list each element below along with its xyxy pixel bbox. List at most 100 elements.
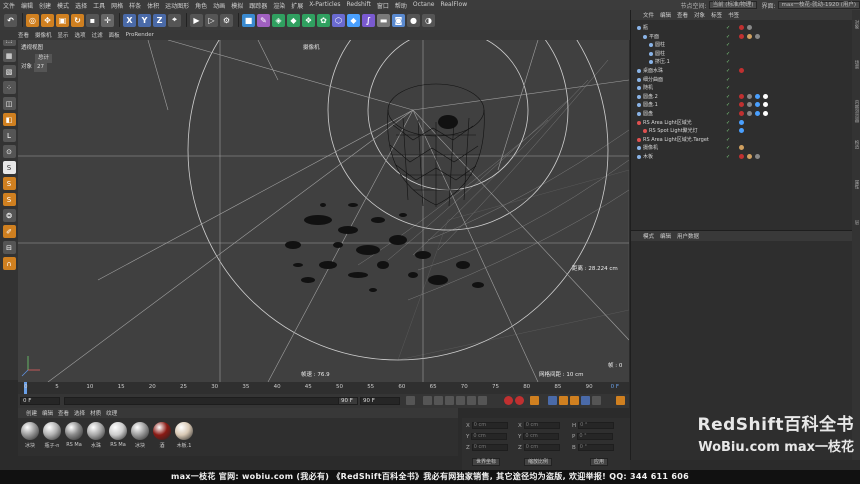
object-row[interactable]: 细分曲面 ✓ [631, 76, 853, 84]
viewport-menu-item[interactable]: 摄像机 [35, 31, 52, 39]
prev-key-icon[interactable] [423, 396, 432, 405]
menu-item[interactable]: 角色 [195, 1, 207, 10]
axis-x-button[interactable]: X [123, 13, 136, 27]
end-frame-field-2[interactable]: 90 F [360, 397, 400, 405]
node-space-select[interactable]: 当前 (标准/物理) [708, 1, 758, 9]
object-tag-icon[interactable] [739, 119, 744, 125]
object-tag-icon[interactable] [739, 33, 744, 39]
object-menu-item[interactable]: 对象 [694, 11, 705, 19]
tag-icon[interactable]: ◆ [347, 13, 360, 27]
object-row[interactable]: 木板 ✓ [631, 153, 853, 161]
quantize-icon[interactable]: S [2, 193, 16, 206]
menu-item[interactable]: 工具 [93, 1, 105, 10]
visibility-check-icon[interactable]: ✓ [726, 111, 734, 117]
object-menu-item[interactable]: 书签 [728, 11, 739, 19]
pos-y-field[interactable]: 0 cm [471, 433, 508, 440]
menu-item[interactable]: 文件 [3, 1, 15, 10]
floor-icon[interactable]: ▬ [377, 13, 390, 27]
object-tag-icon[interactable] [739, 93, 744, 99]
object-tag-icon[interactable] [739, 145, 744, 151]
rotate-tool-icon[interactable]: ↻ [71, 13, 84, 27]
live-select-icon[interactable]: ◎ [26, 13, 39, 27]
visibility-check-icon[interactable]: ✓ [726, 85, 734, 91]
keyframe-selection-icon[interactable] [530, 396, 539, 405]
axis-y-button[interactable]: Y [138, 13, 151, 27]
effector-icon[interactable]: ✿ [317, 13, 330, 27]
key-scale-icon[interactable] [559, 396, 568, 405]
workplane-icon[interactable]: ▧ [2, 65, 16, 78]
size-y-field[interactable]: 0 cm [523, 433, 560, 440]
object-menu-item[interactable]: 编辑 [660, 11, 671, 19]
object-row[interactable]: RS Area Light区域光.Target ✓ [631, 136, 853, 144]
start-frame-field[interactable]: 0 F [20, 397, 60, 405]
pos-x-field[interactable]: 0 cm [471, 422, 508, 429]
attribute-menu-item[interactable]: 用户数据 [677, 232, 699, 240]
go-end-icon[interactable] [478, 396, 487, 405]
recent-tool-icon[interactable]: ▪ [86, 13, 99, 27]
menu-item[interactable]: 窗口 [377, 1, 389, 10]
material-menu-item[interactable]: 创建 [26, 409, 37, 417]
object-menu-item[interactable]: 标签 [711, 11, 722, 19]
axis-mode-icon[interactable]: L [2, 129, 16, 142]
prev-frame-icon[interactable] [434, 396, 443, 405]
play-icon[interactable] [445, 396, 454, 405]
menu-item[interactable]: 创建 [39, 1, 51, 10]
material-swatch[interactable]: 酒 [152, 422, 172, 452]
sculpt-icon[interactable]: ❂ [2, 209, 16, 222]
record-icon[interactable] [504, 396, 513, 405]
menu-item[interactable]: Octane [413, 1, 435, 10]
magnet-icon[interactable]: ∩ [2, 257, 16, 270]
material-menu-item[interactable]: 纹理 [106, 409, 117, 417]
layout-select[interactable]: max一枝花-就动-1920 (用户) [777, 1, 860, 9]
subdivision-icon[interactable]: ◈ [272, 13, 285, 27]
visibility-check-icon[interactable]: ✓ [726, 51, 734, 57]
viewport-menu-item[interactable]: 过滤 [92, 31, 103, 39]
menu-item[interactable]: 选择 [75, 1, 87, 10]
visibility-check-icon[interactable]: ✓ [726, 68, 734, 74]
snap-icon[interactable]: S [2, 161, 16, 174]
menu-item[interactable]: 网格 [111, 1, 123, 10]
points-mode-icon[interactable]: ⁘ [2, 81, 16, 94]
object-row[interactable]: 圆盘 ✓ [631, 110, 853, 118]
object-tag-icon[interactable] [739, 68, 744, 73]
snap-settings-icon[interactable]: S [2, 177, 16, 190]
lock-icon[interactable]: ⊟ [2, 241, 16, 254]
timeline-menu-icon[interactable] [616, 396, 625, 405]
object-row[interactable]: 挤压.1 ✓ [631, 58, 853, 66]
edges-mode-icon[interactable]: ◫ [2, 97, 16, 110]
render-settings-icon[interactable]: ⚙ [220, 13, 233, 27]
viewport-menu-item[interactable]: 选项 [75, 31, 86, 39]
object-tag-icon[interactable] [747, 102, 752, 108]
current-frame-field[interactable]: 0 F [611, 384, 619, 390]
visibility-check-icon[interactable]: ✓ [726, 77, 734, 83]
next-frame-icon[interactable] [456, 396, 465, 405]
key-parameter-icon[interactable] [581, 396, 590, 405]
material-menu-item[interactable]: 查看 [58, 409, 69, 417]
menu-item[interactable]: 模式 [57, 1, 69, 10]
material-swatch[interactable]: 瓶子-n [42, 422, 62, 452]
menu-item[interactable]: 样条 [129, 1, 141, 10]
visibility-check-icon[interactable]: ✓ [726, 145, 734, 151]
coord-system-select[interactable]: 世界坐标 [472, 458, 501, 466]
visibility-check-icon[interactable]: ✓ [726, 137, 734, 143]
key-rotation-icon[interactable] [570, 396, 579, 405]
object-tag-icon[interactable] [739, 128, 744, 134]
scale-tool-icon[interactable]: ▣ [56, 13, 69, 27]
object-tag-icon[interactable] [739, 102, 744, 108]
object-tag-icon[interactable] [739, 111, 744, 116]
object-menu-item[interactable]: 查看 [677, 11, 688, 19]
polygons-mode-icon[interactable]: ◧ [2, 113, 16, 126]
material-menu-item[interactable]: 选择 [74, 409, 85, 417]
object-tag-icon[interactable] [763, 111, 768, 116]
pos-z-field[interactable]: 0 cm [471, 444, 508, 451]
size-z-field[interactable]: 0 cm [523, 444, 560, 451]
visibility-check-icon[interactable]: ✓ [726, 102, 734, 108]
material-swatch[interactable]: RS Ma [64, 422, 84, 452]
attribute-menu-item[interactable]: 模式 [643, 232, 654, 240]
tweak-icon[interactable]: ⊙ [2, 145, 16, 158]
object-row[interactable]: 桌面水珠 ✓ [631, 67, 853, 75]
viewport-menu-item[interactable]: ProRender [126, 32, 154, 38]
object-tag-icon[interactable] [739, 154, 744, 159]
undo-icon[interactable]: ↶ [4, 13, 17, 27]
object-tag-icon[interactable] [747, 111, 752, 116]
